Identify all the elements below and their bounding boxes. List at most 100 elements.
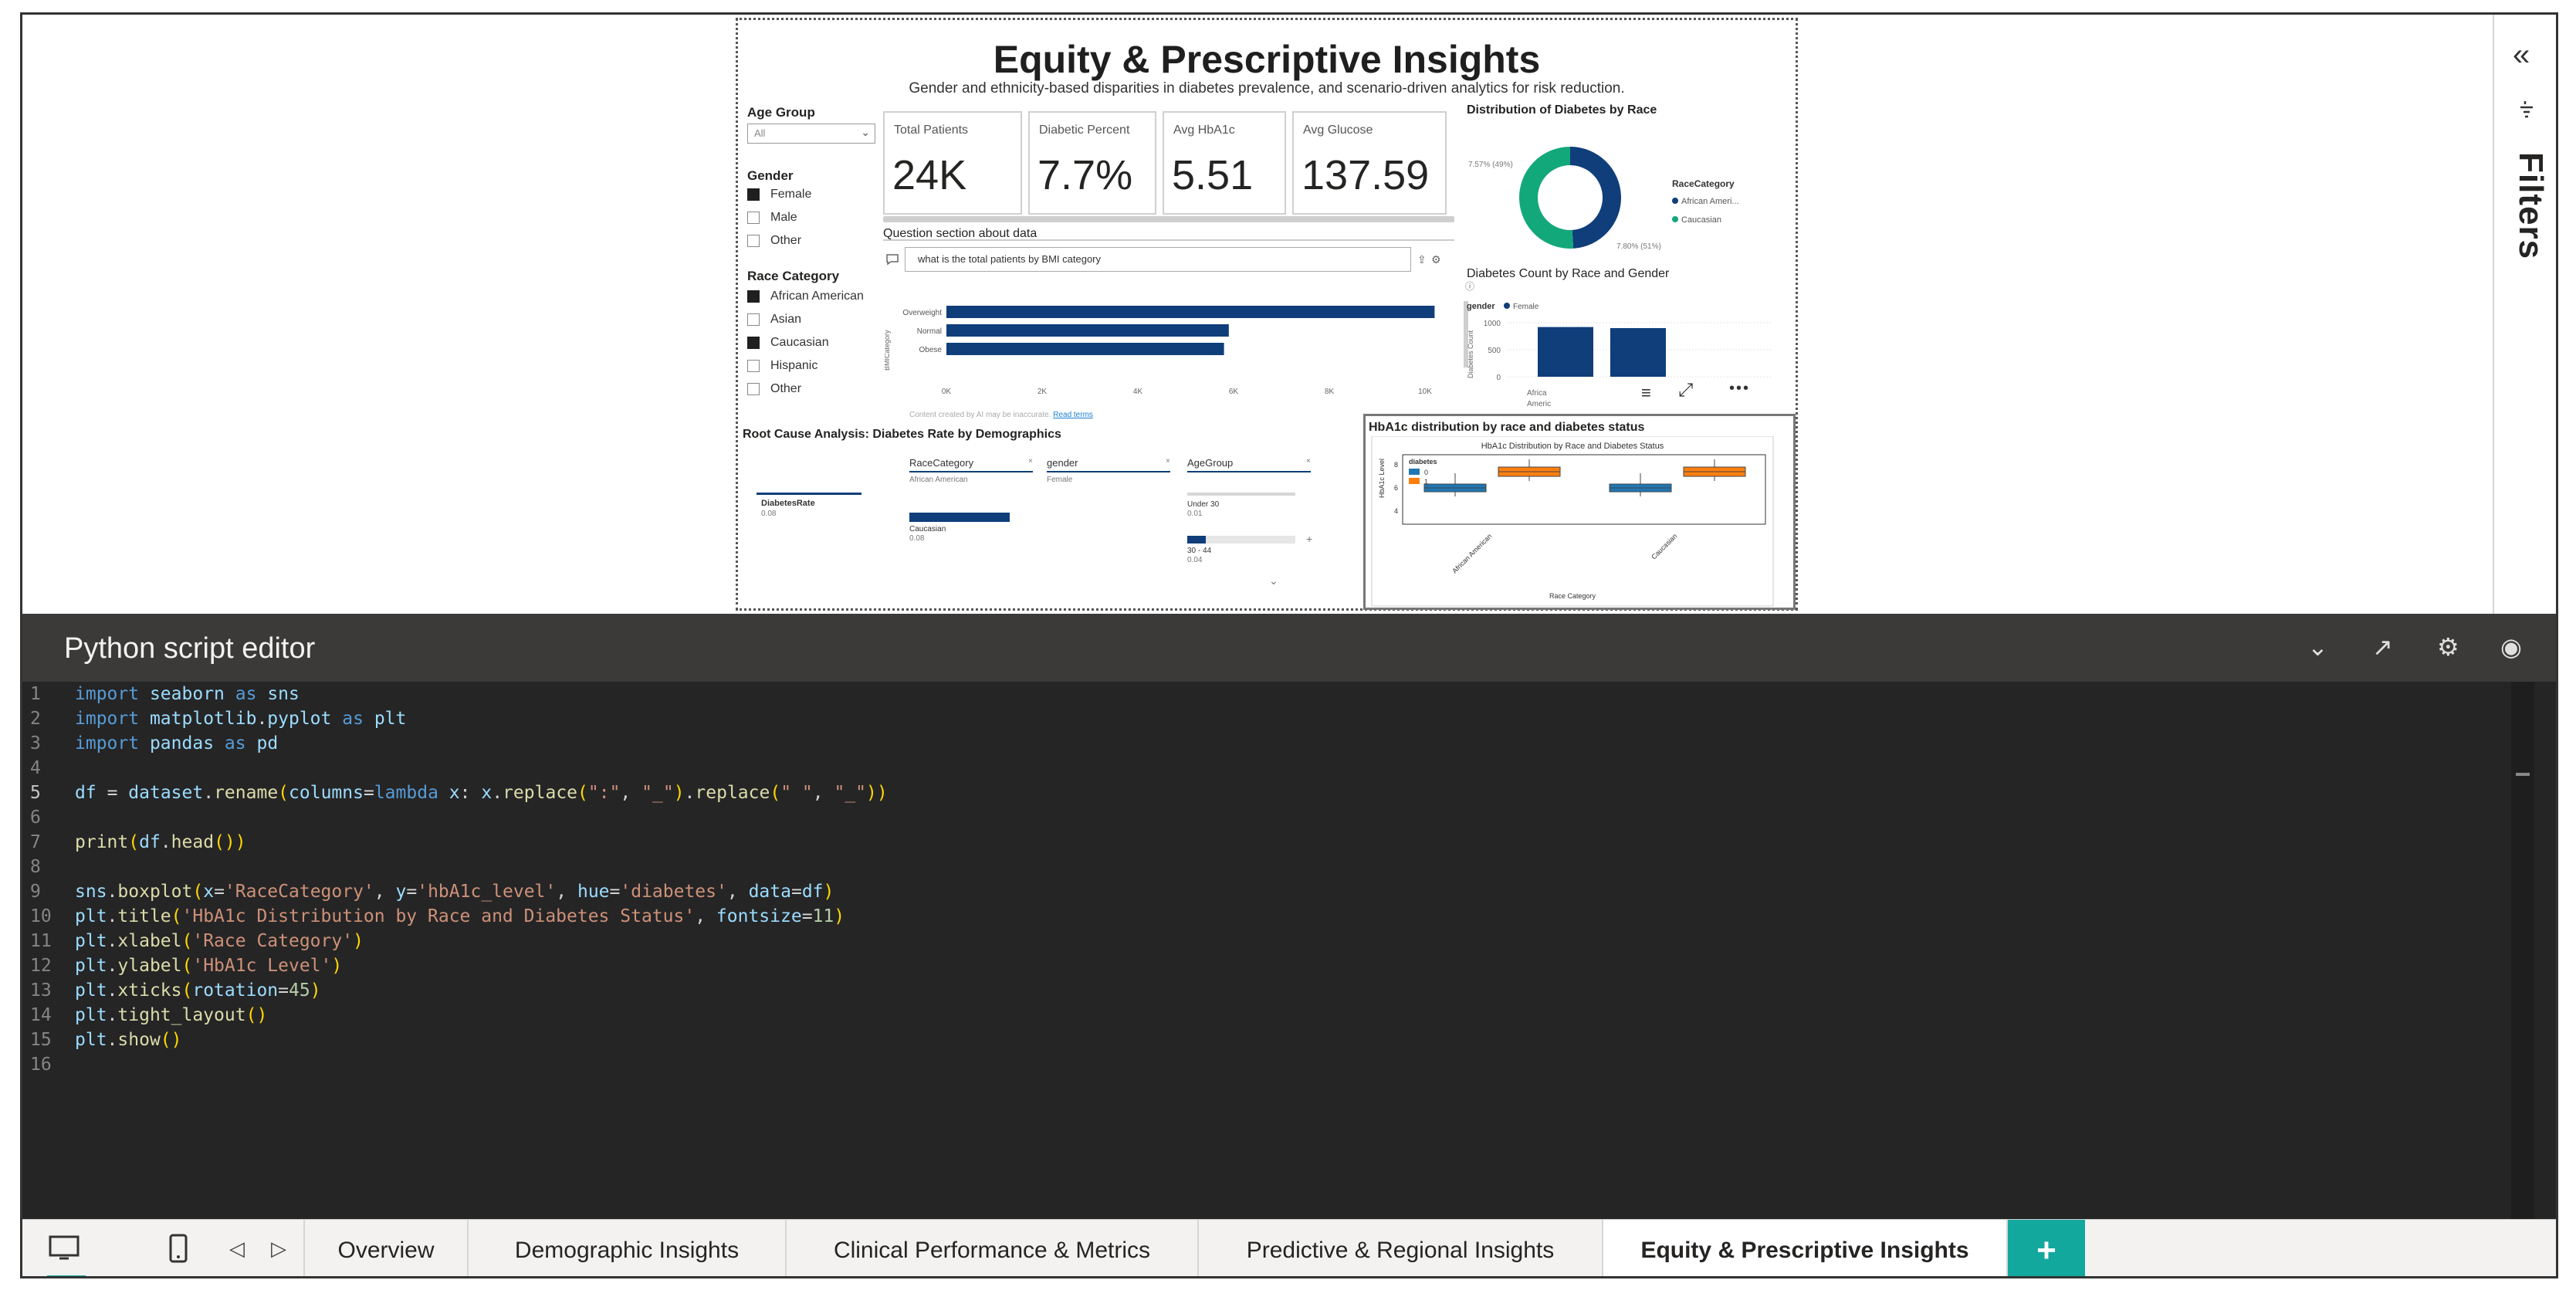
checkbox[interactable] (747, 212, 760, 224)
line-number: 10 (30, 906, 52, 926)
age-group-dropdown[interactable]: All ⌄ (747, 124, 875, 144)
qa-x-tick: 2K (1038, 388, 1048, 396)
filter-icon[interactable]: ≡ (1641, 383, 1651, 403)
tab-overview[interactable]: Overview (305, 1220, 469, 1276)
python-code-editor[interactable]: 1 import seaborn as sns 2 import matplotlib… (22, 682, 2556, 1219)
line-number: 15 (30, 1030, 52, 1050)
horizontal-scrollbar[interactable] (883, 216, 1454, 222)
checkbox[interactable] (747, 290, 760, 303)
gender-x-label: Americ (1527, 400, 1551, 408)
open-external-icon[interactable]: ↗ (2372, 632, 2393, 662)
previous-page-icon[interactable]: ◁ (229, 1237, 245, 1261)
option-label: Other (770, 382, 802, 395)
donut-label-left: 7.57% (49%) (1468, 161, 1513, 169)
code-text: plt.show() (75, 1030, 182, 1050)
race-option[interactable]: Hispanic (747, 357, 817, 375)
line-number: 11 (30, 931, 52, 951)
mobile-layout-icon[interactable] (168, 1232, 189, 1272)
tab-equity-prescriptive-insights[interactable]: Equity & Prescriptive Insights (1603, 1220, 2008, 1276)
page-tab-bar: ◁ ▷ Overview Demographic Insights Clinical… (22, 1219, 2556, 1276)
donut-legend-marker (1672, 198, 1678, 204)
checkbox[interactable] (747, 188, 760, 201)
read-terms-link[interactable]: Read terms (1053, 411, 1093, 419)
code-line: 13 plt.xticks(rotation=45) (22, 978, 2524, 1003)
editor-scrollbar[interactable] (2511, 682, 2534, 1219)
tab-clinical-performance-metrics[interactable]: Clinical Performance & Metrics (787, 1220, 1199, 1276)
code-text: sns.boxplot(x='RaceCategory', y='hbA1c_l… (75, 882, 834, 902)
kpi-card-total-patients[interactable]: Total Patients 24K (883, 111, 1022, 215)
desktop-layout-icon[interactable] (47, 1232, 86, 1272)
checkbox[interactable] (747, 360, 760, 372)
kpi-card-avg-hba1c[interactable]: Avg HbA1c 5.51 (1163, 111, 1286, 215)
code-line: 7 print(df.head()) (22, 830, 2524, 855)
boxplot-y-label: HbA1c Level (1378, 459, 1386, 498)
python-editor-header: Python script editor ⌄ ↗ ⚙ ◉ (22, 614, 2556, 682)
race-option[interactable]: Asian (747, 310, 801, 329)
gear-icon[interactable]: ⚙ (2437, 632, 2459, 662)
decomp-column-header[interactable]: RaceCategory (909, 457, 973, 469)
scrollbar-thumb[interactable] (2516, 773, 2530, 776)
tab-predictive-regional-insights[interactable]: Predictive & Regional Insights (1199, 1220, 1603, 1276)
add-page-button[interactable]: + (2008, 1220, 2085, 1276)
line-number: 2 (30, 709, 41, 729)
donut-label-right: 7.80% (51%) (1616, 242, 1661, 251)
option-label: Female (770, 188, 812, 201)
run-script-icon[interactable]: ◉ (2500, 632, 2522, 662)
code-line: 11 plt.xlabel('Race Category') (22, 929, 2524, 953)
decomp-column-header[interactable]: gender (1047, 457, 1078, 469)
python-visual-boxplot[interactable]: HbA1c distribution by race and diabetes … (1363, 414, 1796, 610)
race-slicer-title: Race Category (747, 269, 840, 283)
gender-option[interactable]: Other (747, 232, 801, 250)
line-number: 16 (30, 1055, 52, 1075)
option-label: Hispanic (770, 359, 818, 372)
qa-category-label: Obese (919, 346, 943, 354)
close-icon[interactable]: × (1166, 457, 1170, 466)
app-window: Equity & Prescriptive Insights Gender an… (20, 12, 2558, 1278)
code-line: 9 sns.boxplot(x='RaceCategory', y='hbA1c_… (22, 879, 2524, 904)
kpi-card-diabetic-percent[interactable]: Diabetic Percent 7.7% (1028, 111, 1156, 215)
filter-lines-icon (2520, 101, 2533, 118)
line-number: 14 (30, 1005, 52, 1025)
tab-demographic-insights[interactable]: Demographic Insights (469, 1220, 787, 1276)
code-line: 3 import pandas as pd (22, 731, 2524, 756)
checkbox[interactable] (747, 337, 760, 349)
code-line: 15 plt.show() (22, 1028, 2524, 1052)
focus-mode-icon[interactable]: ⤢ (1678, 380, 1693, 401)
editor-title: Python script editor (64, 632, 316, 665)
qa-x-tick: 6K (1229, 388, 1239, 396)
share-icon[interactable]: ⇪ (1417, 253, 1427, 266)
qa-axis-label: BMICategory (885, 330, 891, 371)
age-group-slicer-title: Age Group (747, 105, 815, 120)
chevron-down-icon[interactable]: ⌄ (1269, 574, 1278, 588)
decomp-root-bar (757, 493, 861, 495)
race-option[interactable]: Caucasian (747, 334, 829, 352)
expand-plus-icon[interactable]: + (1306, 533, 1312, 545)
kpi-value: 5.51 (1172, 152, 1254, 198)
gender-option[interactable]: Male (747, 208, 797, 227)
gender-option[interactable]: Female (747, 185, 811, 204)
qa-question-input[interactable]: what is the total patients by BMI catego… (905, 247, 1411, 272)
checkbox[interactable] (747, 313, 760, 326)
code-line: 8 (22, 855, 2524, 879)
gear-icon[interactable]: ⚙ (1431, 253, 1441, 266)
decomp-column-header[interactable]: AgeGroup (1187, 457, 1233, 469)
close-icon[interactable]: × (1028, 457, 1033, 466)
race-option[interactable]: Other (747, 380, 801, 398)
chevron-down-icon[interactable]: ⌄ (2307, 632, 2328, 662)
checkbox[interactable] (747, 383, 760, 395)
diabetes-by-gender-chart: gender Female Diabetes Count 1000 500 0 Africa… (1467, 302, 1772, 408)
next-page-icon[interactable]: ▷ (271, 1237, 286, 1261)
checkbox[interactable] (747, 235, 760, 247)
filters-pane[interactable]: « Filters (2493, 15, 2556, 614)
decomp-root-label: DiabetesRate (761, 499, 815, 508)
report-canvas: Equity & Prescriptive Insights Gender an… (22, 15, 2493, 614)
chat-bubble-icon (886, 254, 899, 266)
race-option[interactable]: African American (747, 287, 864, 306)
close-icon[interactable]: × (1306, 457, 1311, 466)
chevron-double-left-icon[interactable]: « (2513, 38, 2530, 73)
boxplot-x-label: Race Category (1549, 592, 1596, 600)
kpi-card-avg-glucose[interactable]: Avg Glucose 137.59 (1292, 111, 1447, 215)
code-line: 5 df = dataset.rename(columns=lambda x: x… (22, 781, 2524, 805)
more-options-icon[interactable]: ••• (1729, 380, 1750, 398)
kpi-label: Total Patients (894, 124, 969, 137)
